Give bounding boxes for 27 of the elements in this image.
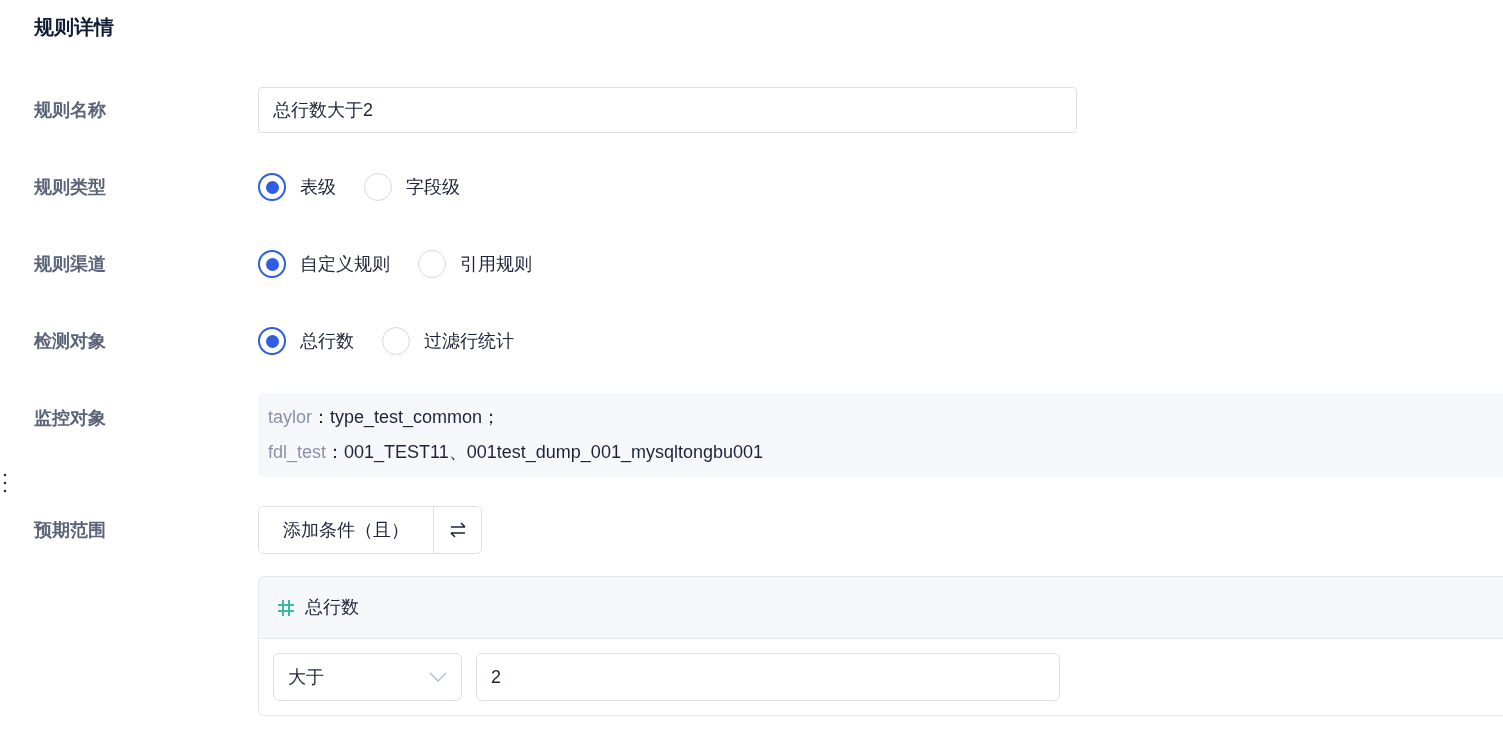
metric-name: 总行数 — [305, 596, 359, 619]
monitor-target-line: fdl_test：001_TEST11、001test_dump_001_mysqltongbu001 — [268, 441, 763, 465]
monitor-target-line: taylor：type_test_common； — [268, 406, 501, 430]
swap-button[interactable] — [433, 507, 481, 553]
operator-select[interactable]: 大于 — [273, 653, 462, 701]
section-title: 规则详情 — [34, 15, 114, 40]
swap-arrows-icon — [448, 522, 467, 538]
radio-option[interactable]: 引用规则 — [418, 250, 532, 278]
field-label: 规则类型 — [34, 175, 106, 199]
hash-icon — [277, 598, 295, 617]
radio-option[interactable]: 过滤行统计 — [382, 327, 514, 355]
radio-button[interactable] — [258, 327, 286, 355]
field-label: 监控对象 — [34, 406, 106, 430]
value-input[interactable]: 2 — [476, 653, 1060, 701]
drag-handle-icon[interactable] — [2, 471, 8, 495]
field-label: 规则名称 — [34, 98, 106, 122]
radio-option[interactable]: 字段级 — [364, 173, 460, 201]
chevron-down-icon — [429, 672, 447, 682]
rule-name-input[interactable]: 总行数大于2 — [258, 87, 1077, 133]
radio-option[interactable]: 总行数 — [258, 327, 354, 355]
radio-option[interactable]: 自定义规则 — [258, 250, 390, 278]
field-label: 规则渠道 — [34, 252, 106, 276]
field-label: 检测对象 — [34, 329, 106, 353]
radio-button[interactable] — [258, 250, 286, 278]
field-label: 预期范围 — [34, 518, 106, 542]
radio-option[interactable]: 表级 — [258, 173, 336, 201]
radio-button[interactable] — [258, 173, 286, 201]
